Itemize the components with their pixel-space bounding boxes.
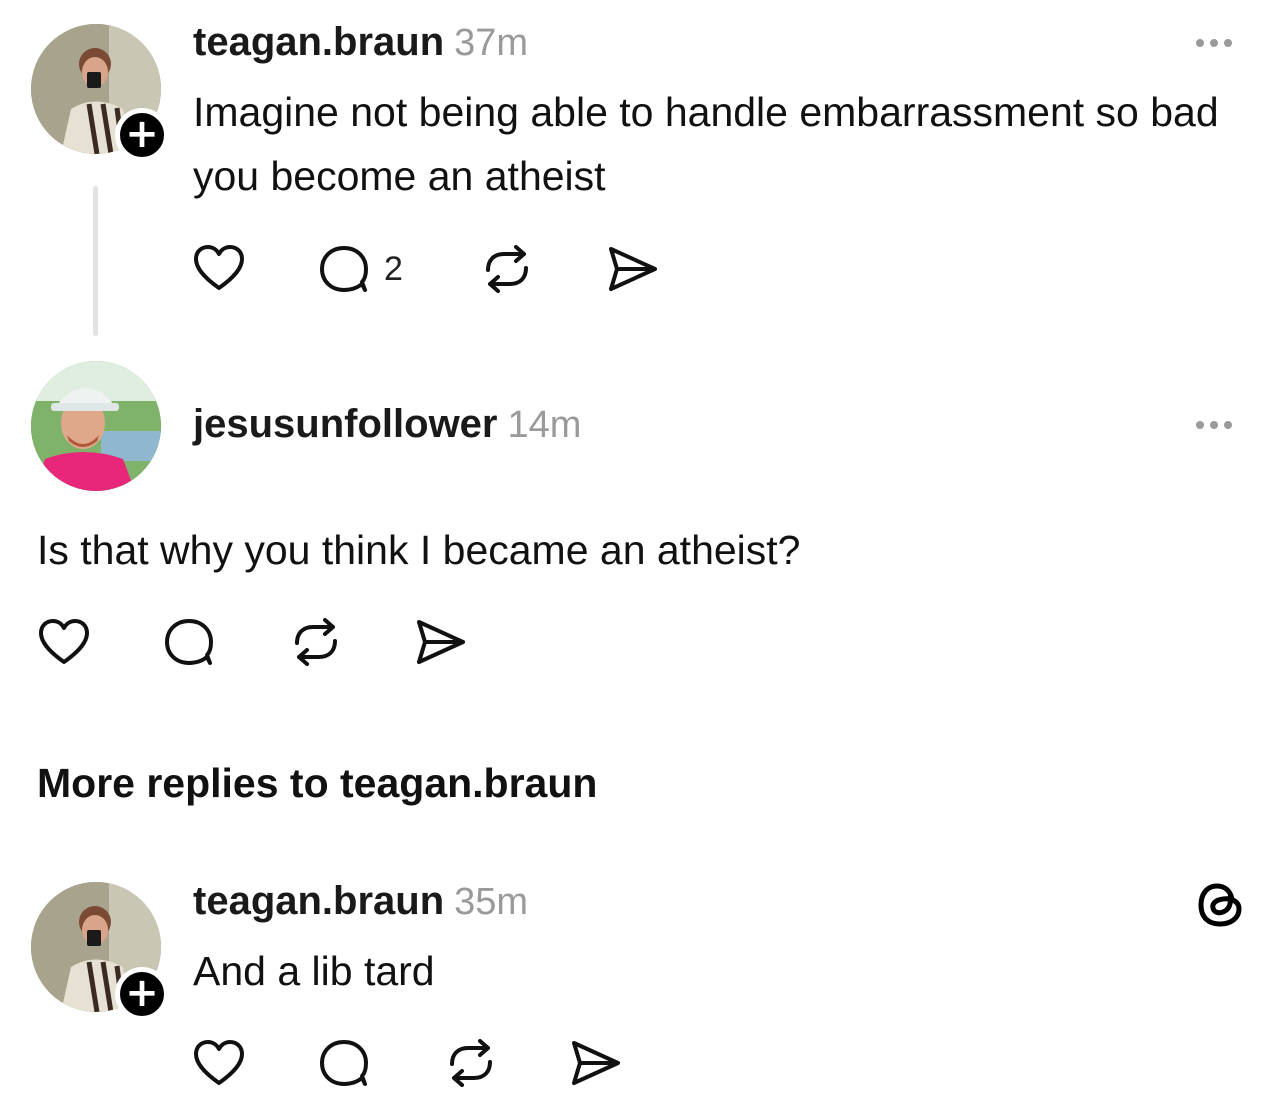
thread-connector-line [93, 186, 98, 336]
repost-button[interactable] [289, 617, 343, 667]
more-options-button[interactable] [1195, 418, 1235, 432]
comment-button[interactable] [318, 244, 372, 294]
share-button[interactable] [605, 244, 659, 294]
like-button[interactable] [192, 243, 246, 293]
send-icon [417, 620, 465, 664]
comment-count: 2 [384, 250, 403, 288]
more-dots-icon [1196, 421, 1232, 429]
repost-icon [450, 1039, 492, 1087]
comment-button[interactable] [318, 1038, 372, 1088]
threads-logo-icon [1195, 879, 1247, 936]
like-button[interactable] [192, 1038, 246, 1088]
repost-icon [486, 245, 528, 293]
heart-icon [39, 619, 89, 664]
like-button[interactable] [37, 617, 91, 667]
more-replies-heading: More replies to teagan.braun [37, 760, 598, 806]
timestamp: 14m [507, 404, 582, 446]
timestamp: 37m [454, 22, 529, 64]
send-icon [572, 1041, 620, 1085]
repost-button[interactable] [444, 1038, 498, 1088]
avatar-jesusunfollower[interactable] [31, 361, 161, 491]
post-text: And a lib tard [193, 948, 435, 994]
comment-icon [320, 1040, 368, 1086]
username[interactable]: jesusunfollower [193, 402, 498, 446]
follow-plus-icon[interactable]: + [115, 967, 169, 1021]
send-icon [609, 247, 657, 291]
comment-icon [165, 619, 213, 665]
timestamp: 35m [454, 881, 529, 923]
share-button[interactable] [413, 617, 467, 667]
post-text: Imagine not being able to handle embarra… [193, 89, 1219, 199]
username[interactable]: teagan.braun [193, 879, 444, 923]
more-options-button[interactable] [1195, 36, 1235, 50]
follow-plus-icon[interactable]: + [115, 108, 169, 162]
post-header: teagan.braun 35m [193, 879, 528, 924]
post-text: Is that why you think I became an atheis… [37, 527, 801, 573]
post-header: teagan.braun 37m [193, 20, 528, 65]
heart-icon [194, 1040, 244, 1085]
heart-icon [194, 245, 244, 290]
more-dots-icon [1196, 39, 1232, 47]
share-button[interactable] [568, 1038, 622, 1088]
username[interactable]: teagan.braun [193, 20, 444, 64]
repost-button[interactable] [480, 244, 534, 294]
repost-icon [295, 618, 337, 666]
comment-icon [320, 246, 368, 292]
comment-button[interactable] [163, 617, 217, 667]
post-header: jesusunfollower 14m [193, 402, 581, 447]
avatar-jesusunfollower-image [31, 361, 161, 491]
